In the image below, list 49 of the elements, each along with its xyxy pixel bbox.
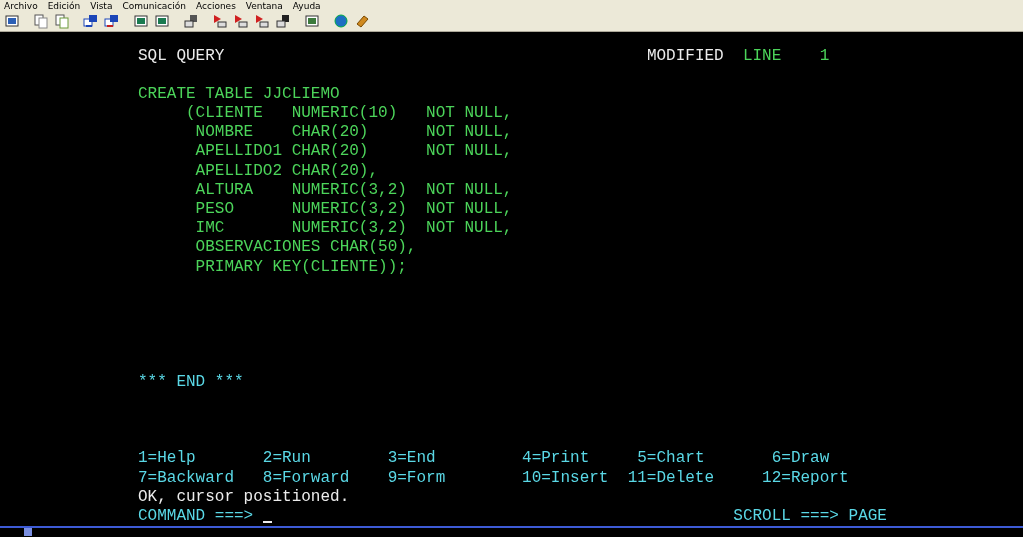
function-key[interactable]: 7=Backward [138,468,234,487]
sql-line: (CLIENTE NUMERIC(10) NOT NULL, [186,104,513,124]
play-icon [254,13,270,30]
function-key[interactable]: 1=Help [138,449,196,468]
tag-icon [354,13,370,30]
function-key[interactable]: 8=Forward [262,468,350,487]
menu-item[interactable]: Comunicación [122,0,186,12]
text-cursor [262,521,272,523]
menu-item[interactable]: Archivo [4,0,38,12]
function-key[interactable]: 2=Run [262,449,311,468]
command-label: COMMAND ===> [138,507,254,525]
line-number: 1 [819,46,830,66]
function-key[interactable]: 3=End [387,449,436,468]
play-icon [212,13,228,30]
line-label: LINE [742,46,782,65]
status-text: MODIFIED [646,46,724,65]
copy-icon [33,13,49,30]
end-marker: *** END *** [138,372,244,392]
menu-item[interactable]: Ventana [245,0,283,12]
globe-icon [333,13,349,30]
sql-line: NOMBRE CHAR(20) NOT NULL, [195,123,513,143]
sql-line: PRIMARY KEY(CLIENTE)); [195,257,407,277]
sql-line: IMC NUMERIC(3,2) NOT NULL, [195,219,513,239]
display-icon [133,13,149,30]
function-key[interactable]: 4=Print [522,449,590,468]
sql-line: APELLIDO2 CHAR(20), [195,161,379,181]
function-key[interactable]: 11=Delete [627,468,715,487]
sql-line: OBSERVACIONES CHAR(50), [195,238,417,258]
status-indicator-icon [24,528,32,537]
function-key[interactable]: 12=Report [762,468,849,487]
sql-line: CREATE TABLE JJCLIEMO [138,84,340,105]
function-key[interactable]: 6=Draw [771,449,830,468]
paste-icon [54,13,70,30]
menu-item[interactable]: Acciones [196,0,236,12]
sql-line: ALTURA NUMERIC(3,2) NOT NULL, [195,180,513,200]
screen-icon [4,13,20,30]
menu-item[interactable]: Edición [47,0,81,12]
sql-line: PESO NUMERIC(3,2) NOT NULL, [195,200,513,220]
scroll-value[interactable]: PAGE [848,507,887,527]
function-key[interactable]: 9=Form [387,468,446,487]
menu-item[interactable]: Vista [90,0,113,12]
sql-line: APELLIDO1 CHAR(20) NOT NULL, [195,142,513,162]
scroll-label: SCROLL ===> [733,507,840,527]
panel-title: SQL QUERY [138,46,225,65]
message-text: OK, cursor positioned. [138,487,350,507]
display-icon [154,13,170,30]
function-key[interactable]: 10=Insert [522,468,609,487]
function-key[interactable]: 5=Chart [637,449,705,468]
menu-item[interactable]: Ayuda [292,0,321,12]
